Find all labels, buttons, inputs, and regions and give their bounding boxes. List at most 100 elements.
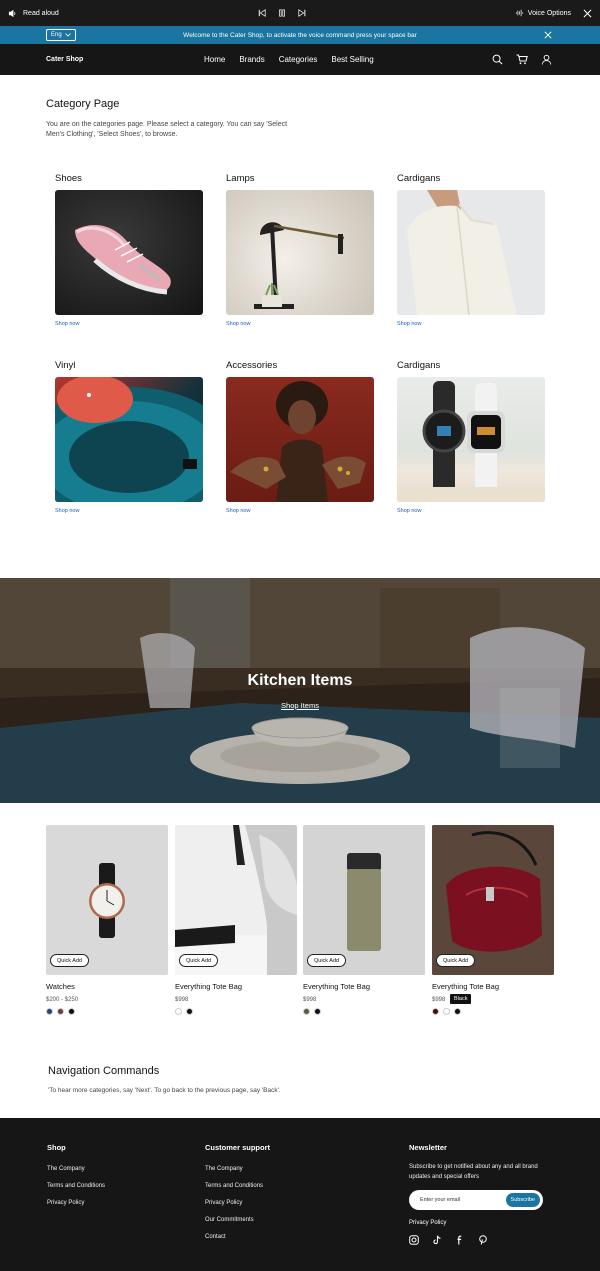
category-title: Cardigans — [397, 173, 441, 184]
swatch-black[interactable] — [68, 1008, 75, 1015]
user-icon[interactable] — [541, 54, 552, 65]
kitchen-table-image — [0, 578, 600, 803]
category-card-shoes[interactable]: Shoes Shop now — [55, 173, 205, 327]
previous-icon[interactable] — [258, 9, 266, 17]
page-title: Category Page — [46, 98, 120, 110]
color-swatches — [303, 1008, 425, 1015]
banner-close-icon[interactable] — [544, 26, 552, 44]
accessibility-bar: Read aloud Voice Options — [0, 0, 600, 26]
product-card-watches[interactable]: Quick Add Watches $200 - $250 — [46, 825, 168, 1015]
color-swatches — [175, 1008, 297, 1015]
kitchen-hero-banner[interactable] — [0, 578, 600, 803]
footer-link[interactable]: Our Commitments — [205, 1217, 270, 1223]
lamp-image — [254, 222, 345, 309]
quick-add-button[interactable]: Quick Add — [307, 954, 347, 967]
shop-now-link[interactable]: Shop now — [397, 508, 547, 514]
tiktok-icon[interactable] — [432, 1235, 442, 1245]
footer-link[interactable]: The Company — [205, 1166, 270, 1172]
pinterest-icon[interactable] — [478, 1235, 488, 1245]
hero-shop-items-link[interactable]: Shop Items — [0, 701, 600, 710]
newsletter-title: Newsletter — [409, 1143, 447, 1152]
voice-options-button[interactable]: Voice Options — [515, 9, 571, 17]
category-title: Accessories — [226, 360, 278, 371]
bottle-image — [347, 853, 381, 951]
voice-options-label: Voice Options — [527, 9, 571, 17]
swatch-black[interactable] — [314, 1008, 321, 1015]
quick-add-button[interactable]: Quick Add — [436, 954, 476, 967]
category-title: Vinyl — [55, 360, 76, 371]
cart-icon[interactable] — [516, 54, 528, 65]
pause-icon[interactable] — [278, 9, 286, 17]
swatch-white[interactable] — [443, 1008, 450, 1015]
footer-link[interactable]: Contact — [205, 1234, 270, 1240]
language-value: Eng — [51, 32, 62, 38]
email-input[interactable]: Enter your email — [420, 1190, 460, 1210]
subscribe-button[interactable]: Subscribe — [505, 1193, 540, 1207]
nav-link-categories[interactable]: Categories — [279, 55, 318, 64]
swatch-black[interactable] — [186, 1008, 193, 1015]
instagram-icon[interactable] — [409, 1235, 419, 1245]
shop-now-link[interactable]: Shop now — [55, 321, 205, 327]
nav-link-home[interactable]: Home — [204, 55, 225, 64]
nav-link-best-selling[interactable]: Best Selling — [331, 55, 373, 64]
product-name: Everything Tote Bag — [175, 982, 242, 991]
footer-link[interactable]: The Company — [47, 1166, 105, 1172]
swatch-olive[interactable] — [303, 1008, 310, 1015]
category-image-shoes[interactable] — [55, 190, 203, 315]
category-card-vinyl[interactable]: Vinyl Shop now — [55, 360, 205, 514]
footer-link[interactable]: Terms and Conditions — [47, 1183, 105, 1189]
product-price: $998 — [303, 997, 317, 1003]
swatch-brown[interactable] — [57, 1008, 64, 1015]
quick-add-button[interactable]: Quick Add — [179, 954, 219, 967]
shop-now-link[interactable]: Shop now — [226, 508, 376, 514]
read-aloud-button[interactable]: Read aloud — [8, 0, 59, 26]
category-image-lamps[interactable] — [226, 190, 374, 315]
page-description: You are on the categories page. Please s… — [46, 121, 288, 138]
product-price: $200 - $250 — [46, 997, 79, 1003]
product-image-watch[interactable]: Quick Add — [46, 825, 168, 975]
category-card-lamps[interactable]: Lamps Shop now — [226, 173, 376, 327]
product-card-tote-2[interactable]: Quick Add Everything Tote Bag $998 — [303, 825, 425, 1015]
footer-link[interactable]: Privacy Policy — [205, 1200, 270, 1206]
newsletter-form: Enter your email Subscribe — [409, 1190, 543, 1210]
category-image-watches[interactable] — [397, 377, 545, 502]
playback-controls — [258, 0, 306, 26]
nav-link-brands[interactable]: Brands — [239, 55, 264, 64]
footer-shop-column: Shop The Company Terms and Conditions Pr… — [47, 1143, 105, 1217]
category-image-accessories[interactable] — [226, 377, 374, 502]
swatch-blue[interactable] — [46, 1008, 53, 1015]
shop-now-link[interactable]: Shop now — [55, 508, 205, 514]
category-image-vinyl[interactable] — [55, 377, 203, 502]
footer: Shop The Company Terms and Conditions Pr… — [0, 1118, 600, 1271]
category-image-cardigans[interactable] — [397, 190, 545, 315]
shop-now-link[interactable]: Shop now — [397, 321, 547, 327]
category-card-cardigans-2[interactable]: Cardigans Shop now — [397, 360, 547, 514]
shop-now-link[interactable]: Shop now — [226, 321, 376, 327]
footer-link[interactable]: Privacy Policy — [47, 1200, 105, 1206]
read-aloud-label: Read aloud — [23, 9, 59, 17]
swatch-black[interactable] — [454, 1008, 461, 1015]
facebook-icon[interactable] — [455, 1235, 465, 1245]
watch-image — [89, 863, 125, 938]
footer-link[interactable]: Terms and Conditions — [205, 1183, 270, 1189]
product-card-tote-1[interactable]: Quick Add Everything Tote Bag $998 — [175, 825, 297, 1015]
brand-logo[interactable]: Cater Shop — [46, 44, 83, 75]
product-image-handbag[interactable]: Quick Add — [432, 825, 554, 975]
product-name: Everything Tote Bag — [432, 982, 499, 991]
main-navigation: Cater Shop Home Brands Categories Best S… — [0, 44, 600, 75]
quick-add-button[interactable]: Quick Add — [50, 954, 90, 967]
category-card-accessories[interactable]: Accessories Shop now — [226, 360, 376, 514]
close-icon[interactable] — [583, 9, 592, 18]
swatch-maroon[interactable] — [432, 1008, 439, 1015]
product-card-tote-3[interactable]: Quick Add Everything Tote Bag $998 Black — [432, 825, 554, 1015]
swatch-white[interactable] — [175, 1008, 182, 1015]
next-icon[interactable] — [298, 9, 306, 17]
category-card-cardigans[interactable]: Cardigans Shop now — [397, 173, 547, 327]
newsletter-privacy-link[interactable]: Privacy Policy — [409, 1220, 559, 1226]
language-select[interactable]: Eng — [46, 29, 76, 41]
color-swatches — [46, 1008, 168, 1015]
product-image-sneaker[interactable]: Quick Add — [175, 825, 297, 975]
cardigan-image — [407, 190, 517, 315]
product-image-bottle[interactable]: Quick Add — [303, 825, 425, 975]
search-icon[interactable] — [492, 54, 503, 65]
